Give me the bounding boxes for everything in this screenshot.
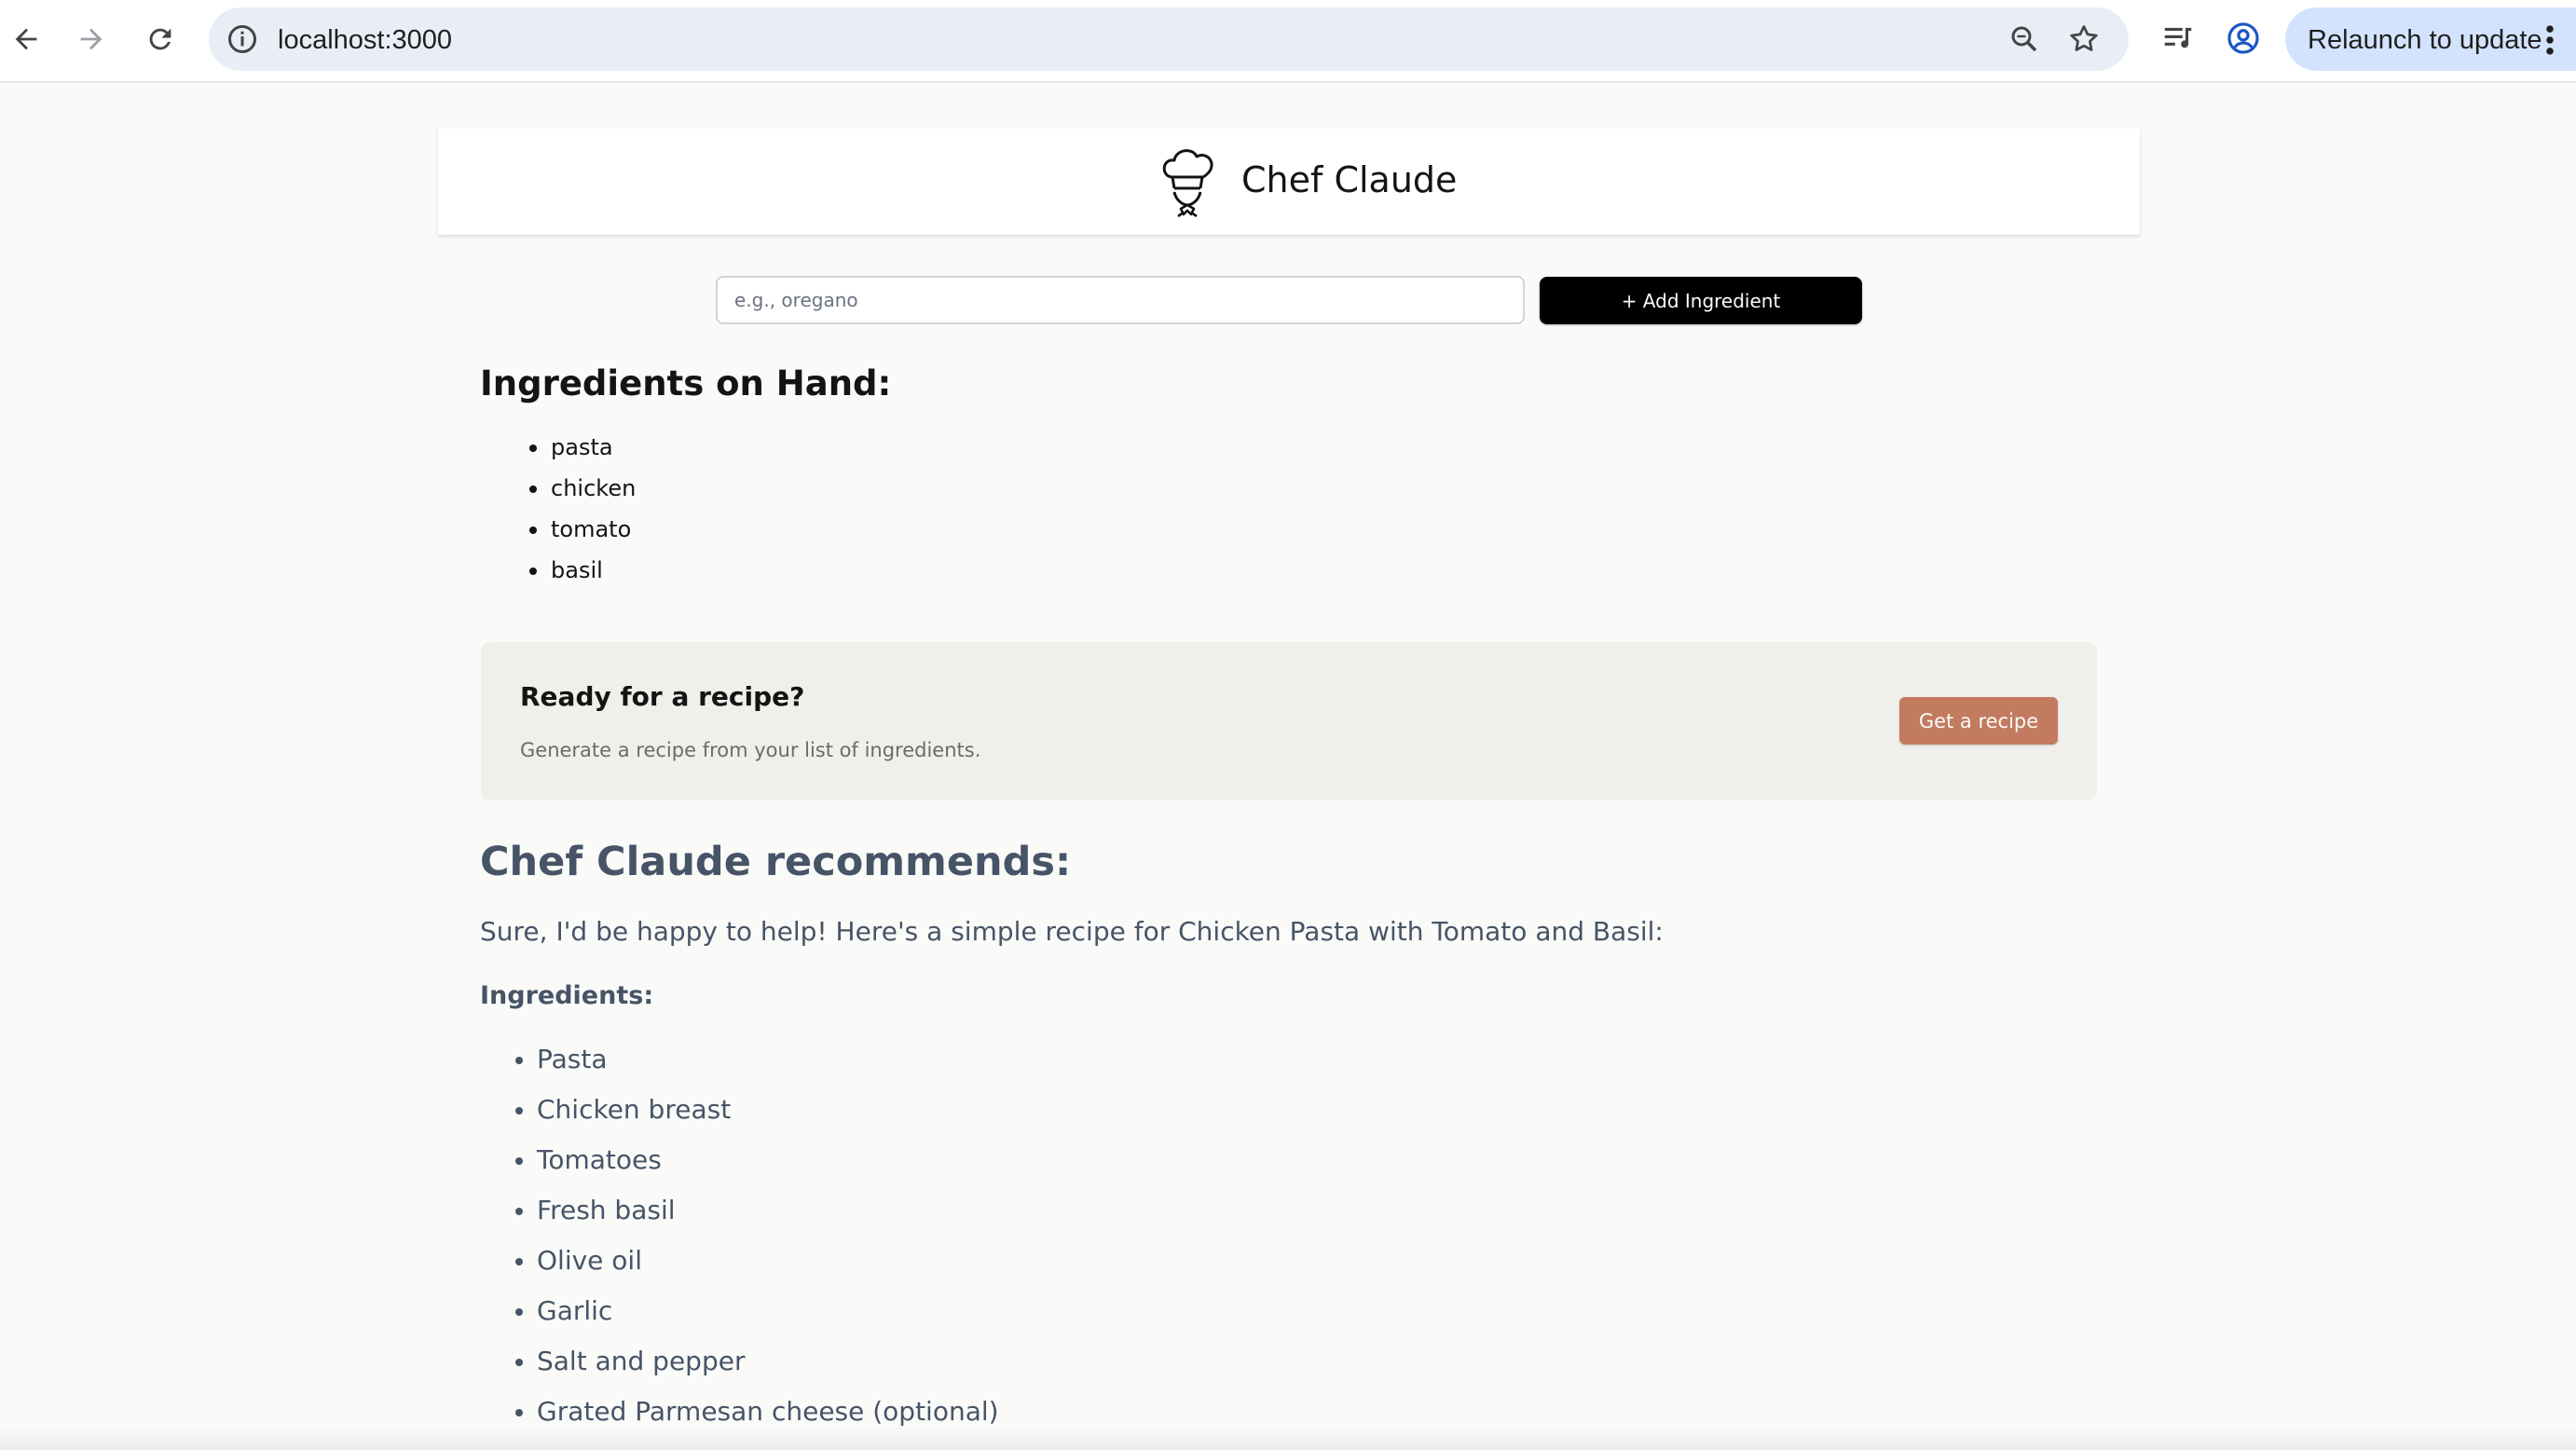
scroll-fade [0,1428,2576,1450]
url-text[interactable]: localhost:3000 [278,25,452,56]
recipe-ingredient-item: Olive oil [480,1242,999,1293]
recipe-ingredient-item: Salt and pepper [480,1343,999,1393]
relaunch-label: Relaunch to update [2308,25,2542,55]
ingredients-on-hand-list: pasta chicken tomato basil [480,431,636,595]
forward-icon[interactable] [69,17,114,62]
back-icon[interactable] [4,17,48,62]
site-info-icon[interactable] [226,22,259,56]
profile-icon[interactable] [2226,21,2261,56]
recipe-ingredient-item: Chicken breast [480,1091,999,1142]
app-header: Chef Claude [438,129,2140,235]
ingredients-on-hand-title: Ingredients on Hand: [480,363,892,404]
recipe-ingredients-list: Pasta Chicken breast Tomatoes Fresh basi… [480,1041,999,1443]
browser-toolbar: localhost:3000 Relaunch to update [0,0,2576,83]
ingredient-item: basil [480,554,636,595]
recipe-ingredient-item: Garlic [480,1293,999,1343]
app-title: Chef Claude [1241,159,1458,200]
recommendation-title: Chef Claude recommends: [480,839,1072,885]
relaunch-button[interactable]: Relaunch to update [2285,7,2576,71]
ingredient-item: pasta [480,431,636,472]
reload-icon[interactable] [138,17,183,62]
get-recipe-description: Generate a recipe from your list of ingr… [520,739,981,761]
recommendation-intro: Sure, I'd be happy to help! Here's a sim… [480,916,1664,947]
zoom-icon[interactable] [2007,22,2041,56]
recipe-ingredient-item: Pasta [480,1041,999,1091]
recipe-ingredients-heading: Ingredients: [480,981,654,1010]
more-options-icon[interactable] [2544,24,2555,56]
chef-hat-icon [1162,149,1213,218]
get-recipe-title: Ready for a recipe? [520,681,805,712]
recipe-ingredient-item: Fresh basil [480,1192,999,1242]
ingredient-input[interactable] [716,276,1525,324]
add-ingredient-button[interactable]: + Add Ingredient [1540,277,1862,324]
ingredient-item: chicken [480,472,636,513]
ingredient-item: tomato [480,513,636,554]
bookmark-star-icon[interactable] [2067,22,2101,56]
media-controls-icon[interactable] [2160,21,2196,56]
recipe-ingredient-item: Tomatoes [480,1142,999,1192]
get-recipe-card: Ready for a recipe? Generate a recipe fr… [481,642,2097,800]
get-recipe-button[interactable]: Get a recipe [1899,697,2058,745]
address-bar[interactable]: localhost:3000 [209,7,2129,71]
